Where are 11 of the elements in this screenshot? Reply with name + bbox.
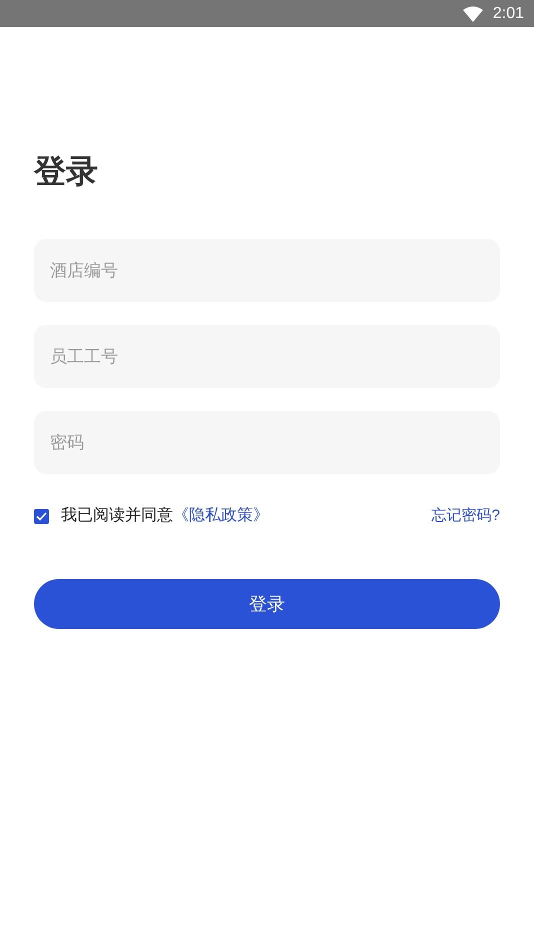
input-field[interactable]: 密码 <box>34 411 500 474</box>
forgot-password-link[interactable]: 忘记密码? <box>432 504 500 528</box>
input-field[interactable]: 员工工号 <box>34 325 500 388</box>
wifi-icon <box>462 6 483 22</box>
agreement-checkbox[interactable] <box>34 508 49 524</box>
privacy-policy-link[interactable]: 《隐私政策》 <box>173 504 269 528</box>
status-time: 2:01 <box>492 4 524 24</box>
agreement-text: 我已阅读并同意 <box>61 506 173 526</box>
login-button[interactable]: 登录 <box>34 579 500 629</box>
page-title: 登录 <box>34 155 99 187</box>
input-field[interactable]: 酒店编号 <box>34 239 500 302</box>
